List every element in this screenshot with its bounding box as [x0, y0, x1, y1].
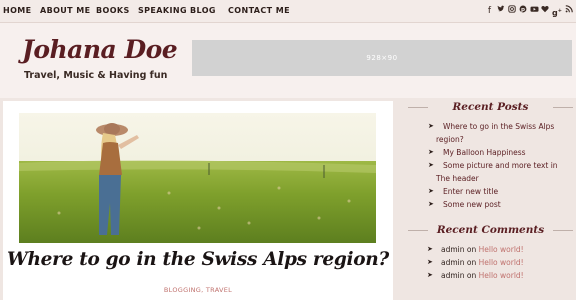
comment-on-label: on: [466, 271, 477, 280]
post-featured-image[interactable]: [19, 113, 376, 243]
recent-comment-item: ➤ admin on Hello world!: [405, 269, 576, 282]
site-header: Johana Doe Travel, Music & Having fun 92…: [0, 23, 576, 98]
recent-post-item[interactable]: ➤ Where to go in the Swiss Alps region?: [405, 120, 576, 146]
recent-post-item[interactable]: ➤ Some picture and more text in The head…: [405, 159, 576, 185]
recent-post-item[interactable]: ➤ My Balloon Happiness: [405, 146, 576, 159]
meadow-photo: [19, 113, 376, 243]
sidebar: Recent Posts ➤ Where to go in the Swiss …: [405, 98, 576, 300]
recent-post-link[interactable]: Enter new title: [443, 187, 498, 196]
svg-text:p: p: [521, 7, 525, 13]
comment-author: admin: [441, 245, 465, 254]
site-tagline: Travel, Music & Having fun: [24, 70, 168, 81]
nav-contact-me[interactable]: CONTACT ME: [228, 6, 290, 15]
recent-comments-title: Recent Comments: [405, 221, 576, 239]
nav-about-me[interactable]: ABOUT ME: [40, 6, 90, 15]
recent-comment-item: ➤ admin on Hello world!: [405, 256, 576, 269]
chevron-right-icon: ➤: [428, 122, 434, 130]
chevron-right-icon: ➤: [428, 148, 434, 156]
post-title[interactable]: Where to go in the Swiss Alps region?: [3, 249, 393, 270]
chevron-right-icon: ➤: [427, 245, 433, 253]
comment-post-link[interactable]: Hello world!: [479, 271, 524, 280]
ad-banner-placeholder[interactable]: 928×90: [192, 40, 572, 76]
chevron-right-icon: ➤: [428, 161, 434, 169]
nav-blog[interactable]: BLOG: [190, 6, 216, 15]
recent-comments-list: ➤ admin on Hello world! ➤ admin on Hello…: [405, 243, 576, 282]
facebook-icon[interactable]: f: [486, 4, 493, 18]
top-navigation: HOME ABOUT ME BOOKS SPEAKING BLOG CONTAC…: [0, 0, 576, 23]
recent-post-link[interactable]: Some new post: [443, 200, 501, 209]
recent-post-item[interactable]: ➤ Some new post: [405, 198, 576, 211]
recent-post-link[interactable]: My Balloon Happiness: [443, 148, 526, 157]
comment-post-link[interactable]: Hello world!: [479, 258, 524, 267]
recent-posts-title: Recent Posts: [405, 98, 576, 116]
nav-books[interactable]: BOOKS: [96, 6, 130, 15]
chevron-right-icon: ➤: [427, 271, 433, 279]
post-categories[interactable]: BLOGGING, TRAVEL: [3, 286, 393, 294]
google-plus-icon[interactable]: g+: [552, 4, 562, 18]
instagram-icon[interactable]: [508, 4, 516, 18]
youtube-icon[interactable]: [530, 4, 539, 18]
recent-comment-item: ➤ admin on Hello world!: [405, 243, 576, 256]
pinterest-icon[interactable]: p: [519, 4, 527, 18]
comment-author: admin: [441, 258, 465, 267]
featured-post: Where to go in the Swiss Alps region? BL…: [3, 101, 393, 300]
chevron-right-icon: ➤: [427, 258, 433, 266]
site-logo[interactable]: Johana Doe: [22, 35, 178, 64]
recent-post-link-continued[interactable]: region?: [436, 133, 576, 146]
ad-size-label: 928×90: [366, 54, 398, 62]
recent-post-link-continued[interactable]: The header: [436, 172, 576, 185]
social-icons: f p g+: [486, 4, 573, 18]
comment-author: admin: [441, 271, 465, 280]
comment-post-link[interactable]: Hello world!: [479, 245, 524, 254]
rss-icon[interactable]: [565, 4, 573, 18]
chevron-right-icon: ➤: [428, 200, 434, 208]
heart-icon[interactable]: [541, 4, 549, 18]
comment-on-label: on: [466, 245, 477, 254]
recent-posts-list: ➤ Where to go in the Swiss Alps region? …: [405, 120, 576, 211]
nav-speaking[interactable]: SPEAKING: [138, 6, 187, 15]
chevron-right-icon: ➤: [428, 187, 434, 195]
recent-post-link[interactable]: Some picture and more text in: [443, 161, 558, 170]
twitter-icon[interactable]: [497, 4, 505, 18]
recent-post-item[interactable]: ➤ Enter new title: [405, 185, 576, 198]
comment-on-label: on: [466, 258, 477, 267]
nav-home[interactable]: HOME: [3, 6, 32, 15]
recent-post-link[interactable]: Where to go in the Swiss Alps: [443, 122, 554, 131]
